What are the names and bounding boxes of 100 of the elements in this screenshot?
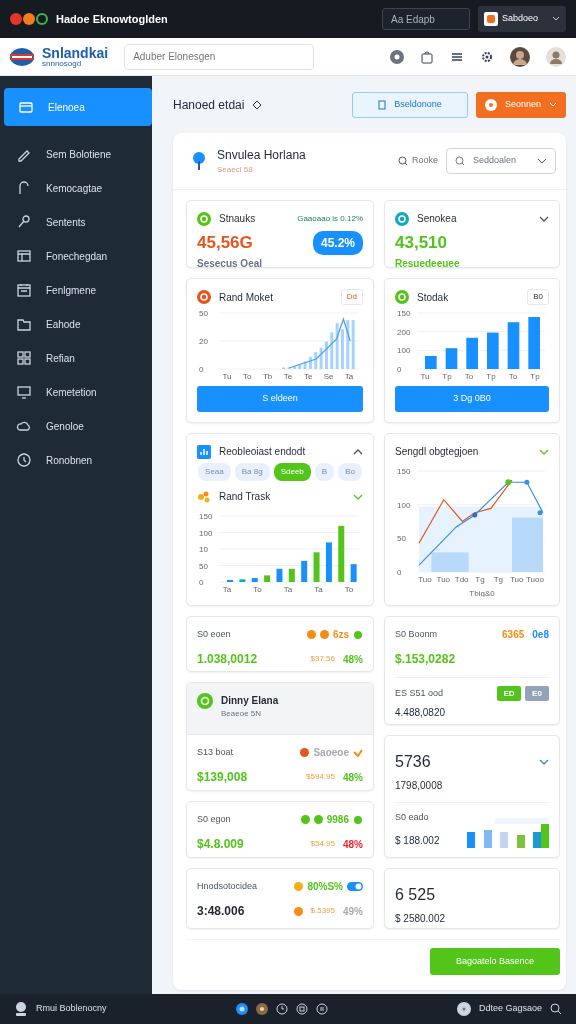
sidebar-item[interactable]: Ronobnen [0,443,152,477]
calendar-icon [16,282,32,298]
item-percent: 49% [343,904,363,919]
stat-value: 43,510 [395,232,447,254]
search-icon[interactable] [550,1003,562,1015]
app-icon[interactable] [295,1003,308,1015]
sidebar-item[interactable]: Kemetetion [0,375,152,409]
filter-select[interactable]: Seddoalen [446,148,556,174]
avatar-icon[interactable] [546,46,566,67]
axis-label: 20 [199,337,208,346]
axis-label: 100 [397,346,411,356]
filter-chip[interactable]: Ba 8g [234,463,270,481]
clock-icon [16,452,32,468]
item-value: $139,008 [197,769,248,786]
axis-label: 50 [397,534,406,544]
axis-label: 0 [397,568,402,577]
search-field[interactable]: Aa Edapb [382,8,470,30]
bag-icon[interactable] [420,49,434,64]
grid-icon [16,350,32,366]
sidebar-item[interactable]: Sentents [0,205,152,239]
settings-icon[interactable] [480,49,494,64]
big-number: 6 525 [395,885,436,905]
toggle-switch[interactable] [347,882,363,891]
axis-label: 100 [397,500,411,510]
brand-tagline: snnnosogd [42,59,83,68]
status-tag: 80%S% [307,879,343,894]
app-icon[interactable] [315,1003,328,1015]
user-name: Rmui Boblenocny [36,1002,107,1016]
item-label: Hnodsotocidea [197,879,258,893]
axis-label: Tg [493,575,503,584]
item-amount: $54.95 [310,838,335,850]
item-value: 1798,0008 [395,779,444,793]
avatar-icon[interactable] [510,46,530,67]
axis-label: 50 [199,561,208,571]
percent-badge: 45.2% [312,230,363,255]
sidebar-item[interactable]: Genoloe [0,409,152,443]
chevron-icon [539,448,549,455]
status-tag: 0e8 [532,627,549,642]
brand-name: Snlandkai [42,45,109,60]
hook-icon [16,180,32,196]
axis-label: To [344,585,354,594]
axis-label: 150 [199,512,213,521]
status-tag: 6zs [332,627,349,642]
sidebar-item[interactable]: Fonechegdan [0,239,152,273]
status-text: Ddtee Gagsaoe [478,1002,542,1016]
table-icon [16,248,32,264]
sidebar-item[interactable]: Kemocagtae [0,171,152,205]
window-title: Hadoe Eknowtoglden [56,11,168,27]
filter-chip[interactable]: Seaa [198,463,231,481]
item-percent: 48% [343,770,363,785]
axis-label: 10 [199,545,208,554]
card-title: Rand Moket [219,290,273,305]
sidebar-item[interactable]: Refian [0,341,152,375]
camera-icon[interactable] [255,1003,268,1015]
browser-icon[interactable] [235,1003,248,1015]
caret-up-icon [353,448,363,455]
caret-icon [552,16,560,22]
item-value: 3:48.006 [197,903,245,920]
box-icon [18,99,34,115]
sidebar-item[interactable]: Elenoea [4,88,152,126]
logo-icon [10,47,34,66]
card-title: Senokea [417,212,457,226]
avatar-icon [456,1002,471,1016]
axis-label: 0 [199,365,204,374]
card-title: Stnauks [219,212,256,226]
chevron-icon [353,493,363,500]
secondary-button[interactable]: Bseldonone [352,91,468,118]
sidebar-item[interactable]: Sem Bolotiene [0,137,152,171]
sidebar-item[interactable]: Eahode [0,307,152,341]
card-tag: Dd [340,289,363,305]
card-tag: B0 [527,289,549,305]
item-label: ES S51 ood [395,686,444,700]
primary-dropdown-button[interactable]: Seonnen [476,91,566,118]
account-dropdown[interactable]: Sabdoeo [478,6,566,32]
search-link[interactable]: Rooke [398,154,438,168]
axis-label: 0 [397,365,402,374]
sidebar-item[interactable]: Fenlgmene [0,273,152,307]
axis-label: Ta [283,585,293,594]
diamond-icon [252,99,263,110]
clock-icon[interactable] [275,1003,288,1015]
axis-label: Tp [442,372,452,381]
action-button[interactable]: S eldeen [197,386,363,412]
card-title: Sengdl obgtegjoen [395,445,479,459]
app-icon [484,12,498,26]
card-title: Reobleoiast endodt [219,445,306,459]
item-value: 4.488,0820 [395,706,447,720]
filter-chip[interactable]: B [314,463,335,481]
group-title: Dinny Elana [221,694,279,708]
status-tag: 9986 [326,812,349,827]
document-icon [378,99,387,110]
axis-label: Tu [420,372,430,381]
item-amount: $594.95 [306,771,335,783]
axis-label: Tuo [436,575,451,584]
card-title: Stodak [417,290,449,305]
stat-caption: Sesecus Oeal [197,256,264,271]
axis-label: 150 [397,467,411,476]
item-value: $ 2580.002 [395,912,447,926]
stat-value: 45,56G [197,232,253,254]
action-button[interactable]: 3 Dg 0B0 [395,386,549,412]
filter-chip[interactable]: Bo [338,463,362,481]
